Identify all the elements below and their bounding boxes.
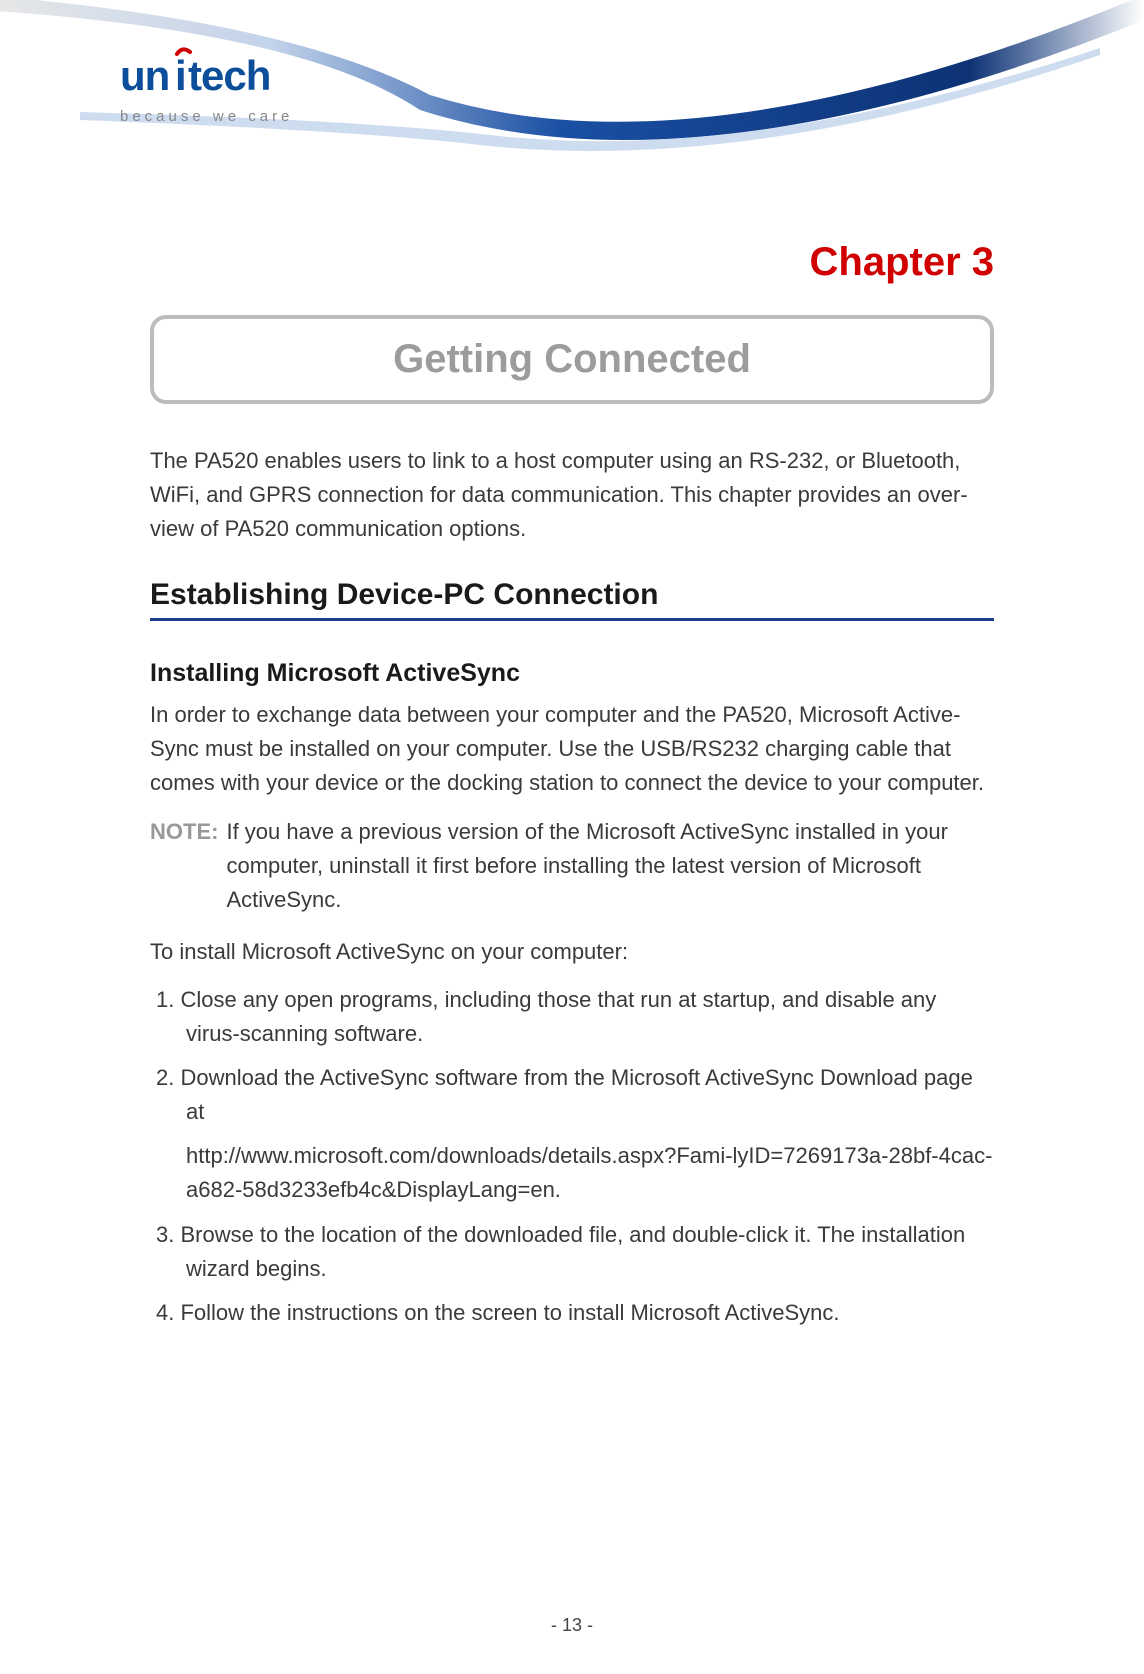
- chapter-title-box: Getting Connected: [150, 315, 994, 404]
- note-block: NOTE: If you have a previous version of …: [150, 815, 994, 917]
- note-text: If you have a previous version of the Mi…: [226, 815, 994, 917]
- svg-text:i: i: [175, 52, 186, 99]
- chapter-title: Getting Connected: [154, 337, 990, 382]
- page-number: - 13 -: [0, 1615, 1144, 1636]
- svg-text:un: un: [120, 52, 169, 99]
- body-paragraph-2: To install Microsoft ActiveSync on your …: [150, 935, 994, 969]
- brand-logo-icon: un i tech: [120, 56, 290, 100]
- section-heading: Establishing Device-PC Connection: [150, 578, 994, 621]
- step-2-url: http://www.microsoft.com/downloads/detai…: [150, 1139, 994, 1207]
- intro-paragraph: The PA520 enables users to link to a hos…: [150, 444, 994, 546]
- note-label: NOTE:: [150, 815, 218, 917]
- chapter-label: Chapter 3: [150, 240, 994, 285]
- brand-logo: un i tech because we care: [120, 56, 293, 125]
- page-header: un i tech because we care: [0, 0, 1144, 200]
- install-steps-list: 1. Close any open programs, including th…: [150, 983, 994, 1330]
- step-2: 2. Download the ActiveSync software from…: [150, 1061, 994, 1129]
- step-4: 4. Follow the instructions on the screen…: [150, 1296, 994, 1330]
- svg-text:tech: tech: [188, 52, 270, 99]
- step-1: 1. Close any open programs, including th…: [150, 983, 994, 1051]
- brand-logo-text: un i tech: [120, 56, 293, 110]
- step-3: 3. Browse to the location of the downloa…: [150, 1218, 994, 1286]
- brand-tagline: because we care: [120, 108, 293, 125]
- page-content: Chapter 3 Getting Connected The PA520 en…: [0, 200, 1144, 1330]
- body-paragraph-1: In order to exchange data between your c…: [150, 698, 994, 800]
- sub-heading: Installing Microsoft ActiveSync: [150, 659, 994, 688]
